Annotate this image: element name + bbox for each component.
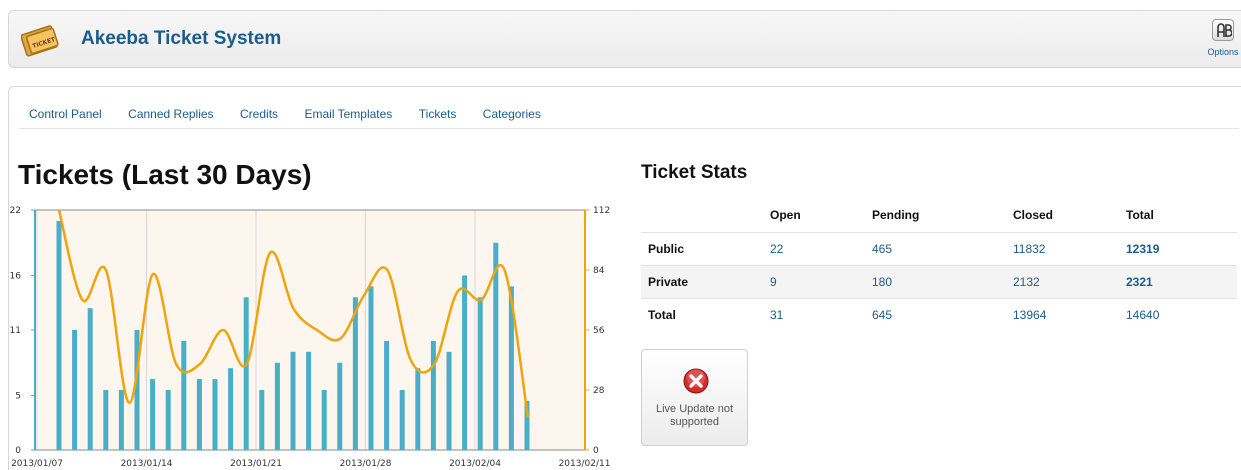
cell-total[interactable]: 14640 bbox=[1119, 297, 1237, 331]
cell-total[interactable]: 2321 bbox=[1119, 264, 1237, 298]
cell-pending[interactable]: 465 bbox=[865, 231, 1006, 265]
bar bbox=[72, 330, 78, 450]
live-update-box: Live Update not supported bbox=[641, 349, 748, 446]
nav-categories[interactable]: Categories bbox=[483, 107, 541, 121]
table-row: Total 31 645 13964 14640 bbox=[641, 297, 1237, 331]
cell-pending[interactable]: 645 bbox=[865, 297, 1006, 331]
bar bbox=[259, 390, 265, 450]
row-label: Public bbox=[641, 231, 763, 265]
bar bbox=[290, 351, 296, 450]
y-right-tick-label: 84 bbox=[593, 266, 605, 276]
bar bbox=[352, 297, 358, 450]
bar bbox=[212, 379, 218, 450]
x-tick-label: 2013/02/11 bbox=[559, 459, 611, 469]
bar bbox=[181, 340, 187, 450]
y-left-tick-label: 16 bbox=[10, 271, 22, 281]
bar bbox=[87, 308, 93, 450]
y-left-tick-label: 22 bbox=[10, 206, 21, 216]
cell-open[interactable]: 9 bbox=[763, 264, 865, 298]
bar bbox=[306, 351, 312, 450]
bar bbox=[165, 390, 171, 450]
bar bbox=[274, 362, 280, 450]
bar bbox=[368, 286, 374, 450]
column-header bbox=[641, 199, 763, 232]
y-right-tick-label: 56 bbox=[593, 326, 605, 336]
nav-control-panel[interactable]: Control Panel bbox=[29, 107, 102, 121]
bar bbox=[399, 390, 405, 450]
bar bbox=[228, 368, 234, 450]
cell-open[interactable]: 31 bbox=[763, 297, 865, 331]
bar bbox=[56, 220, 62, 450]
column-header-total: Total bbox=[1126, 208, 1154, 223]
bar bbox=[118, 390, 124, 450]
live-update-text: Live Update not supported bbox=[655, 403, 734, 428]
y-left-tick-label: 11 bbox=[10, 326, 21, 336]
x-tick-label: 2013/01/14 bbox=[121, 459, 173, 469]
stats-heading: Ticket Stats bbox=[641, 162, 748, 183]
cell-closed[interactable]: 13964 bbox=[1006, 297, 1119, 331]
x-tick-label: 2013/02/04 bbox=[449, 459, 501, 469]
table-row: Private 9 180 2132 2321 bbox=[641, 264, 1237, 298]
x-tick-label: 2013/01/28 bbox=[340, 459, 392, 469]
row-label: Total bbox=[641, 297, 763, 331]
table-header-row: Open Pending Closed Total bbox=[641, 199, 1237, 232]
cell-closed[interactable]: 2132 bbox=[1006, 264, 1119, 298]
bar bbox=[430, 340, 436, 450]
nav-tickets[interactable]: Tickets bbox=[419, 107, 457, 121]
y-left-tick-label: 5 bbox=[15, 391, 21, 401]
ticket-logo-icon: TICKET bbox=[21, 25, 59, 57]
column-header-pending: Pending bbox=[872, 208, 920, 223]
y-right-tick-label: 112 bbox=[593, 206, 610, 216]
y-right-tick-label: 28 bbox=[593, 386, 605, 396]
main-nav: Control Panel Canned Replies Credits Ema… bbox=[29, 105, 563, 127]
y-right-tick-label: 0 bbox=[593, 446, 599, 456]
ticket-stats-table: Open Pending Closed Total Public 22 465 … bbox=[641, 199, 1237, 331]
options-button[interactable]: Options bbox=[1205, 19, 1241, 57]
bar bbox=[150, 379, 156, 450]
y-left-tick-label: 0 bbox=[15, 446, 21, 456]
header-bar: TICKET Akeeba Ticket System Options bbox=[8, 10, 1241, 68]
nav-divider bbox=[19, 128, 1239, 129]
bar bbox=[196, 379, 202, 450]
app-title: Akeeba Ticket System bbox=[81, 28, 282, 49]
column-header-closed: Closed bbox=[1013, 208, 1054, 223]
x-tick-label: 2013/01/21 bbox=[230, 459, 282, 469]
tickets-chart: 2013/01/07 2013/01/14 2013/01/21 2013/01/28… bbox=[10, 206, 611, 469]
row-label: Private bbox=[641, 264, 763, 298]
cell-total[interactable]: 12319 bbox=[1119, 231, 1237, 265]
options-icon bbox=[1212, 19, 1234, 41]
options-label: Options bbox=[1207, 47, 1239, 57]
column-header-open: Open bbox=[770, 208, 801, 223]
x-tick-label: 2013/01/07 bbox=[11, 459, 63, 469]
bar bbox=[337, 362, 343, 450]
bar bbox=[103, 390, 109, 450]
cell-pending[interactable]: 180 bbox=[865, 264, 1006, 298]
error-icon bbox=[683, 368, 709, 394]
bar bbox=[446, 351, 452, 450]
bar bbox=[384, 340, 390, 450]
nav-credits[interactable]: Credits bbox=[240, 107, 278, 121]
nav-email-templates[interactable]: Email Templates bbox=[304, 107, 392, 121]
bar bbox=[462, 275, 468, 450]
bar bbox=[321, 390, 327, 450]
bar bbox=[243, 297, 249, 450]
cell-closed[interactable]: 11832 bbox=[1006, 231, 1119, 265]
bar bbox=[415, 368, 421, 450]
nav-canned-replies[interactable]: Canned Replies bbox=[128, 107, 213, 121]
cell-open[interactable]: 22 bbox=[763, 231, 865, 265]
bar bbox=[477, 297, 483, 450]
table-row: Public 22 465 11832 12319 bbox=[641, 231, 1237, 265]
chart-heading: Tickets (Last 30 Days) bbox=[18, 159, 312, 190]
